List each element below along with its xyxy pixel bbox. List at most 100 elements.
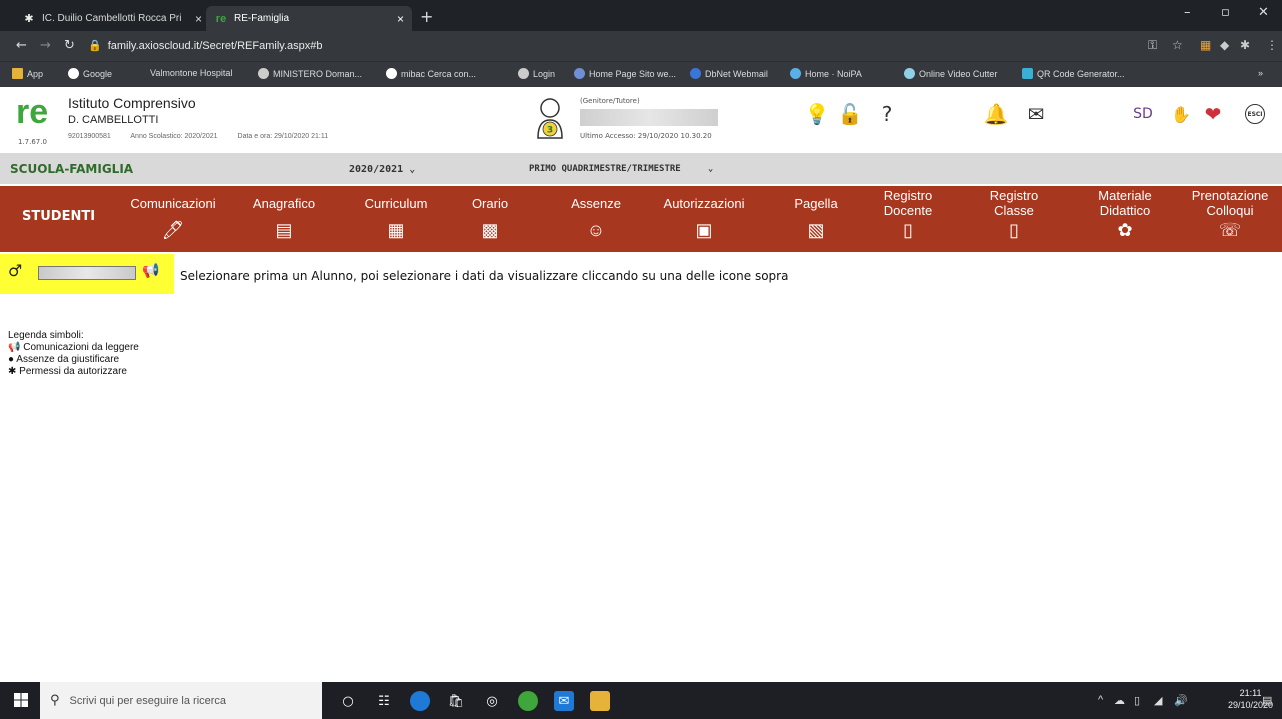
hand-icon[interactable]: ✋ <box>1168 101 1194 127</box>
legend-title: Legenda simboli: <box>8 330 84 341</box>
student-name-redacted[interactable] <box>38 266 136 280</box>
mail-icon[interactable]: ✉ <box>1023 101 1049 127</box>
bookmark-home-page[interactable]: Home Page Sito we... <box>574 68 676 79</box>
bookmark-login[interactable]: Login <box>518 68 555 79</box>
lightbulb-icon[interactable]: 💡 <box>804 101 830 127</box>
help-icon[interactable]: ? <box>874 101 900 127</box>
user-badge: 3 <box>547 126 553 136</box>
nav-anagrafico[interactable]: Anagrafico ▤ <box>236 186 332 252</box>
megaphone-icon: 📢 <box>8 342 21 353</box>
bookmarks-more[interactable]: » <box>1258 68 1263 78</box>
exit-button[interactable]: ESCI <box>1242 101 1268 127</box>
star-icon[interactable]: ☆ <box>1172 38 1183 52</box>
taskbar-search[interactable]: ⚲ Scrivi qui per eseguire la ricerca <box>40 682 322 719</box>
period-select[interactable]: PRIMO QUADRIMESTRE/TRIMESTRE ⌄ <box>529 164 713 174</box>
bookmark-valmontone[interactable]: Valmontone Hospital <box>150 68 232 78</box>
bookmark-qr[interactable]: QR Code Generator... <box>1022 68 1125 79</box>
bookmarks-bar: App Google Valmontone Hospital MINISTERO… <box>0 61 1282 87</box>
bookmark-ministero[interactable]: MINISTERO Doman... <box>258 68 362 79</box>
pen-icon: 🖊 <box>161 220 185 240</box>
calendar-clock-icon: ▩ <box>481 220 499 240</box>
nav-orario[interactable]: Orario ▩ <box>452 186 528 252</box>
nav-autorizzazioni[interactable]: Autorizzazioni ▣ <box>648 186 760 252</box>
legend-item: ✱ Permessi da autorizzare <box>8 366 127 377</box>
bookmark-apps[interactable]: App <box>12 68 43 79</box>
task-view-icon[interactable]: ☷ <box>374 691 394 711</box>
maximize-icon[interactable]: ▫ <box>1221 5 1230 20</box>
school-title: Istituto Comprensivo <box>68 95 196 111</box>
school-code: 92013900581 <box>68 133 111 140</box>
tab-school[interactable]: ✱ IC. Duilio Cambellotti Rocca Pri × <box>14 6 210 31</box>
nav-assenze[interactable]: Assenze ☺ <box>556 186 636 252</box>
mail-icon[interactable]: ✉ <box>554 691 574 711</box>
windows-start-icon[interactable] <box>14 693 28 707</box>
address-bar[interactable]: 🔒 family.axioscloud.it/Secret/REFamily.as… <box>88 39 322 52</box>
nav-registro-docente[interactable]: Registro Docente ▯ <box>868 186 948 252</box>
nav-prenotazione-colloqui[interactable]: Prenotazione Colloqui ☏ <box>1180 186 1280 252</box>
legend-item: 📢 Comunicazioni da leggere <box>8 342 139 353</box>
chat-icon: ☏ <box>1218 220 1242 240</box>
bell-icon[interactable]: 🔔 <box>983 101 1009 127</box>
search-icon: ⚲ <box>50 693 60 708</box>
edge-icon[interactable] <box>410 691 430 711</box>
nav-curriculum[interactable]: Curriculum ▦ <box>348 186 444 252</box>
app-icon[interactable]: ◎ <box>482 691 502 711</box>
selection-instructions: Selezionare prima un Alunno, poi selezio… <box>180 269 789 283</box>
forward-icon[interactable]: → <box>40 38 51 53</box>
user-avatar-icon[interactable]: 3 <box>536 96 566 140</box>
store-icon[interactable]: 🛍 <box>446 691 466 711</box>
year-select[interactable]: 2020/2021 ⌄ <box>349 164 415 175</box>
red-leaf-icon[interactable]: ❤ <box>1200 101 1226 127</box>
user-name-redacted <box>580 109 718 126</box>
tab-re-famiglia[interactable]: re RE-Famiglia × <box>206 6 412 31</box>
window-close-icon[interactable]: ✕ <box>1258 5 1269 20</box>
chrome-icon[interactable] <box>518 691 538 711</box>
nav-comunicazioni[interactable]: Comunicazioni 🖊 <box>118 186 228 252</box>
nav-materiale-didattico[interactable]: Materiale Didattico ✿ <box>1078 186 1172 252</box>
school-meta: 92013900581 Anno Scolastico: 2020/2021 D… <box>68 133 346 140</box>
google-icon <box>68 68 79 79</box>
notifications-icon[interactable]: ▤ <box>1262 694 1272 707</box>
student-selector[interactable]: ♂ 📢 <box>0 254 174 294</box>
close-icon[interactable]: × <box>195 12 202 26</box>
bookmark-dbnet[interactable]: DbNet Webmail <box>690 68 768 79</box>
last-access: Ultimo Accesso: 29/10/2020 10.30.20 <box>580 132 712 140</box>
cortana-icon[interactable]: ○ <box>338 691 358 711</box>
volume-icon[interactable]: 🔊 <box>1174 694 1188 707</box>
globe-icon <box>518 68 529 79</box>
nav-pagella[interactable]: Pagella ▧ <box>776 186 856 252</box>
tray-chevron-icon[interactable]: ^ <box>1098 694 1103 706</box>
sd-logo[interactable]: SD <box>1130 101 1156 127</box>
puzzle-icon[interactable]: ✱ <box>1240 38 1250 52</box>
male-icon: ♂ <box>8 261 23 280</box>
reload-icon[interactable]: ↻ <box>64 38 75 53</box>
new-tab-button[interactable]: + <box>420 7 433 26</box>
nav-registro-classe[interactable]: Registro Classe ▯ <box>974 186 1054 252</box>
extension-icon[interactable]: ◆ <box>1220 38 1229 52</box>
book-icon: ▯ <box>1009 220 1019 240</box>
bookmark-google[interactable]: Google <box>68 68 112 79</box>
google-icon <box>386 68 397 79</box>
school-favicon-icon: ✱ <box>24 13 34 25</box>
back-icon[interactable]: ← <box>16 38 27 53</box>
network-icon[interactable]: ◢ <box>1154 694 1162 707</box>
bookmark-mibac[interactable]: mibac Cerca con... <box>386 68 476 79</box>
lock-icon[interactable]: 🔓 <box>837 101 863 127</box>
main-nav: STUDENTI Comunicazioni 🖊 Anagrafico ▤ Cu… <box>0 186 1282 252</box>
close-icon[interactable]: × <box>397 12 404 26</box>
bookmark-noipa[interactable]: Home · NoiPA <box>790 68 862 79</box>
report-card-icon: ▧ <box>807 220 825 240</box>
key-icon[interactable]: ⚿ <box>1148 38 1157 53</box>
app-header: re 1.7.67.0 Istituto Comprensivo D. CAMB… <box>0 87 1282 152</box>
site-icon <box>574 68 585 79</box>
cloud-icon[interactable]: ☁ <box>1114 694 1125 707</box>
bookmark-video-cutter[interactable]: Online Video Cutter <box>904 68 997 79</box>
extension-icon[interactable]: ▦ <box>1200 38 1211 52</box>
version-label: 1.7.67.0 <box>18 138 47 146</box>
megaphone-icon[interactable]: 📢 <box>142 263 159 279</box>
file-explorer-icon[interactable] <box>590 691 610 711</box>
battery-icon[interactable]: ▯ <box>1134 694 1140 707</box>
menu-icon[interactable]: ⋮ <box>1266 38 1278 52</box>
minimize-icon[interactable]: – <box>1184 5 1191 20</box>
students-label[interactable]: STUDENTI <box>22 209 95 224</box>
